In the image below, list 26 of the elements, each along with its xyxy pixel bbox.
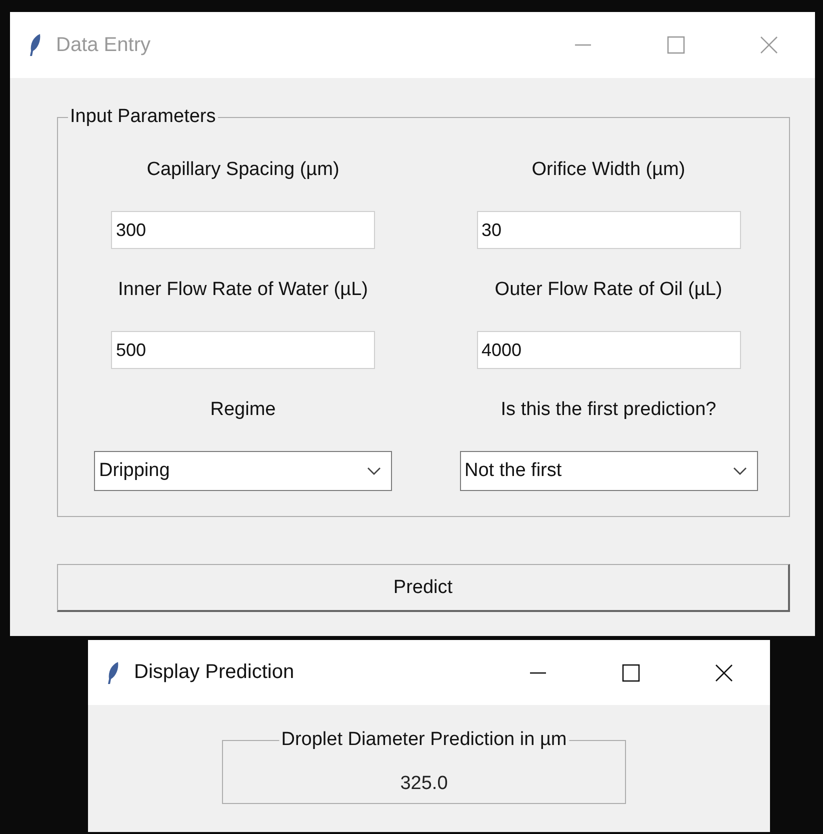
close-icon <box>758 35 778 55</box>
window-title: Display Prediction <box>134 661 294 684</box>
maximize-icon <box>666 35 686 55</box>
dropdown[interactable]: Not the first <box>460 451 758 491</box>
chevron-icon <box>367 467 381 475</box>
input-field[interactable]: 500 <box>111 331 375 369</box>
feather-icon <box>106 660 120 684</box>
field-label: Orifice Width (µm) <box>532 158 686 182</box>
dropdown[interactable]: Dripping <box>94 451 392 491</box>
window-title: Data Entry <box>56 34 150 56</box>
maximize-icon <box>620 662 640 682</box>
input-field[interactable]: 30 <box>476 211 740 249</box>
minimize-icon <box>574 44 590 46</box>
field-label: Outer Flow Rate of Oil (µL) <box>494 278 722 302</box>
prediction-value: 325.0 <box>400 772 448 796</box>
feather-icon <box>28 33 42 57</box>
field-label: Is this the first prediction? <box>500 398 716 422</box>
minimize-icon <box>530 672 546 674</box>
input-field[interactable]: 300 <box>111 211 375 249</box>
field-label: Inner Flow Rate of Water (µL) <box>118 278 368 302</box>
close-icon <box>714 662 734 682</box>
field-label: Capillary Spacing (µm) <box>146 158 340 182</box>
field-label: Regime <box>210 398 276 422</box>
input-field[interactable]: 4000 <box>476 331 740 369</box>
chevron-icon <box>732 467 746 475</box>
predict-button[interactable]: Predict <box>57 564 790 612</box>
